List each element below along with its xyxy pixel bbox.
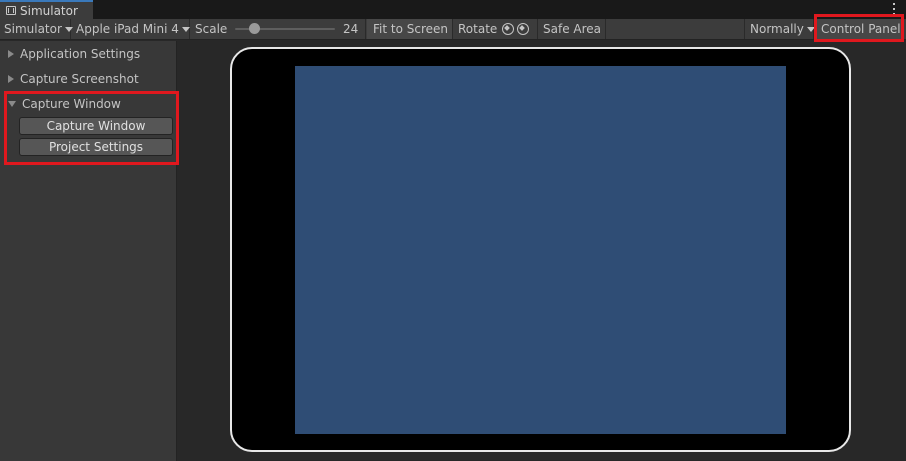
section-label: Capture Screenshot	[20, 72, 139, 86]
expand-arrow-icon	[8, 75, 14, 83]
section-application-settings[interactable]: Application Settings	[0, 43, 176, 65]
device-dropdown-label: Apple iPad Mini 4	[76, 22, 179, 36]
mode-dropdown-label: Simulator	[4, 22, 62, 36]
safe-area-toggle[interactable]: Safe Area	[539, 19, 606, 39]
section-capture-screenshot[interactable]: Capture Screenshot	[0, 68, 176, 90]
simulator-icon	[6, 6, 16, 15]
tab-simulator-label: Simulator	[20, 3, 78, 18]
tab-bar: Simulator	[0, 0, 906, 19]
rotate-left-icon[interactable]	[502, 23, 515, 35]
device-dropdown[interactable]: Apple iPad Mini 4	[72, 19, 190, 39]
safe-area-label: Safe Area	[543, 22, 602, 36]
fit-to-screen-button[interactable]: Fit to Screen	[367, 19, 453, 39]
scale-slider-handle[interactable]	[249, 23, 260, 34]
rotate-label: Rotate	[458, 22, 498, 36]
orientation-dropdown[interactable]: Normally	[746, 19, 815, 39]
rotate-right-icon[interactable]	[517, 23, 530, 35]
rotate-control: Rotate	[454, 19, 538, 39]
simulator-toolbar: Simulator Apple iPad Mini 4 Scale 24 Fit…	[0, 19, 906, 40]
highlight-control-panel-button	[814, 14, 904, 42]
tab-simulator[interactable]: Simulator	[0, 0, 93, 19]
orientation-dropdown-label: Normally	[750, 22, 804, 36]
fit-to-screen-label: Fit to Screen	[373, 22, 448, 36]
device-screen[interactable]	[295, 66, 786, 434]
expand-arrow-icon	[8, 50, 14, 58]
chevron-down-icon	[181, 26, 190, 32]
scale-label: Scale	[195, 22, 228, 36]
scale-value: 24	[343, 22, 359, 36]
toolbar-spacer	[606, 19, 745, 39]
mode-dropdown[interactable]: Simulator	[0, 19, 73, 39]
section-label: Application Settings	[20, 47, 141, 61]
highlight-capture-window-section	[4, 91, 179, 165]
